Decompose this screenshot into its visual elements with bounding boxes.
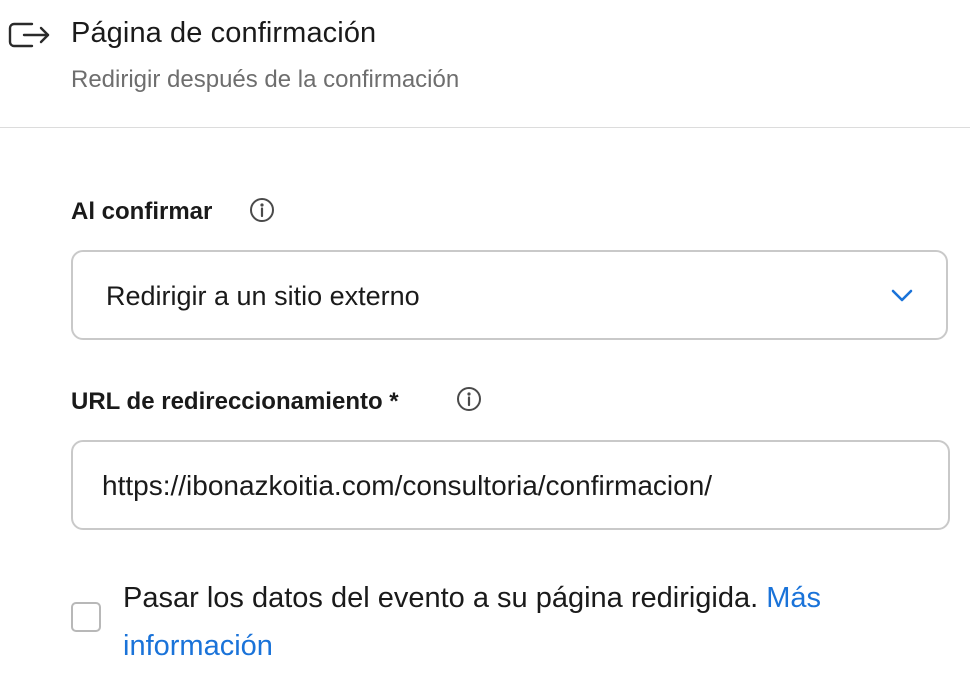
- more-info-link-part-2[interactable]: información: [123, 630, 273, 662]
- more-info-link-part-1[interactable]: Más: [766, 582, 821, 614]
- on-confirm-selected-value: Redirigir a un sitio externo: [106, 281, 420, 311]
- redirect-url-value: https://ibonazkoitia.com/consultoria/con…: [102, 470, 713, 501]
- info-icon[interactable]: [249, 197, 275, 223]
- exit-arrow-icon: [8, 22, 50, 48]
- pass-event-data-label: Pasar los datos del evento a su página r…: [123, 574, 923, 670]
- on-confirm-select[interactable]: Redirigir a un sitio externo: [71, 250, 948, 340]
- page-subtitle: Redirigir después de la confirmación: [71, 66, 460, 93]
- redirect-url-input[interactable]: https://ibonazkoitia.com/consultoria/con…: [71, 440, 950, 530]
- on-confirm-label: Al confirmar: [71, 198, 213, 225]
- redirect-url-label: URL de redireccionamiento *: [71, 388, 399, 415]
- chevron-down-icon: [891, 289, 913, 302]
- page-header: Página de confirmación Redirigir después…: [0, 0, 970, 128]
- pass-event-data-text: Pasar los datos del evento a su página r…: [123, 582, 759, 614]
- pass-event-data-checkbox[interactable]: [71, 602, 101, 632]
- page-title: Página de confirmación: [71, 17, 377, 49]
- info-icon[interactable]: [456, 386, 482, 412]
